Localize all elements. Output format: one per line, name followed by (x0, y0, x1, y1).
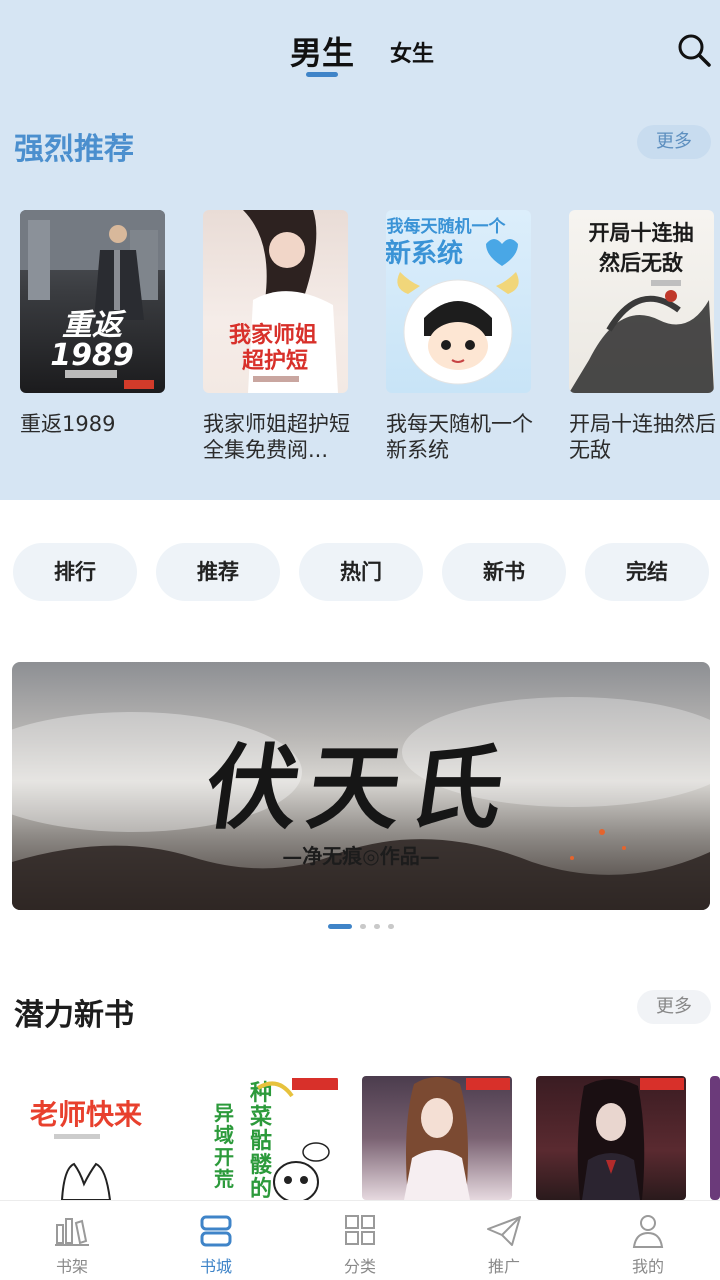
svg-text:的: 的 (250, 1176, 272, 1200)
nav-label: 书架 (55, 1257, 88, 1276)
svg-text:骷: 骷 (250, 1128, 272, 1154)
recommend-book-card[interactable]: 重返 1989 重返1989 (20, 210, 165, 467)
recommend-book-card[interactable]: 我家师姐 超护短 我家师姐超护短全集免费阅... (203, 210, 350, 467)
svg-text:菜: 菜 (249, 1105, 272, 1130)
nav-item-category[interactable]: 分类 (288, 1201, 432, 1280)
nav-label: 推广 (487, 1257, 520, 1276)
svg-text:超护短: 超护短 (242, 349, 308, 374)
bookstore-icon (200, 1215, 232, 1247)
search-icon[interactable] (676, 32, 712, 68)
book-title: 我家师姐超护短全集免费阅... (203, 412, 350, 462)
category-pill-ranking[interactable]: 排行 (13, 543, 137, 601)
category-grid-icon (345, 1215, 375, 1245)
user-icon (632, 1215, 664, 1248)
tab-female[interactable]: 女生 (390, 36, 434, 68)
promo-banner[interactable]: 伏天氏 —净无痕◎作品— (12, 662, 710, 910)
svg-text:异: 异 (214, 1101, 234, 1125)
book-title: 开局十连抽然后无敌 (569, 412, 716, 462)
book-cover: 我每天随机一个 新系统 (386, 210, 531, 393)
potential-book-card-partial[interactable] (710, 1076, 720, 1200)
book-cover: 老师快来 (30, 1098, 142, 1200)
banner-dot[interactable] (360, 924, 366, 929)
potential-book-card[interactable]: 种 菜 骷 髅 的 异 域 开 荒 (188, 1076, 338, 1200)
svg-text:开: 开 (214, 1145, 234, 1169)
category-pill-recommend[interactable]: 推荐 (156, 543, 280, 601)
recommend-book-card[interactable]: 开局十连抽 然后无敌 开局十连抽然后无敌 (569, 210, 716, 467)
nav-item-promote[interactable]: 推广 (432, 1201, 576, 1280)
svg-text:髅: 髅 (250, 1152, 272, 1178)
banner-dot[interactable] (388, 924, 394, 929)
potential-book-card[interactable] (536, 1076, 686, 1200)
potential-book-card[interactable] (362, 1076, 512, 1200)
potential-section-title: 潜力新书 (14, 998, 134, 1033)
book-cover-title: 老师快来 (30, 1098, 142, 1131)
category-pill-finished[interactable]: 完结 (585, 543, 709, 601)
gender-tabs: 男生 女生 (0, 28, 720, 88)
bookshelf-icon (55, 1218, 89, 1246)
book-cover: 重返 1989 (20, 210, 165, 393)
banner-subtitle: —净无痕◎作品— (282, 844, 440, 868)
banner-dot-active[interactable] (328, 924, 352, 929)
nav-label: 我的 (631, 1257, 664, 1276)
book-title: 重返1989 (20, 412, 116, 436)
nav-label: 书城 (199, 1257, 232, 1276)
svg-text:域: 域 (214, 1123, 234, 1147)
recommend-section-title: 强烈推荐 (14, 132, 134, 167)
active-tab-indicator (306, 72, 338, 77)
svg-text:新系统: 新系统 (386, 238, 463, 269)
paper-plane-icon (487, 1216, 521, 1246)
book-cover (577, 1078, 684, 1200)
svg-text:我每天随机一个: 我每天随机一个 (387, 216, 507, 237)
recommend-book-card[interactable]: 我每天随机一个 新系统 我每天随机一个新系统 (386, 210, 533, 467)
banner-title: 伏天氏 (199, 734, 521, 842)
potential-book-card[interactable]: 老师快来 (14, 1076, 164, 1200)
recommend-more-button[interactable]: 更多 (637, 125, 711, 159)
potential-more-button[interactable]: 更多 (637, 990, 711, 1024)
book-cover: 开局十连抽 然后无敌 (569, 210, 714, 393)
svg-text:我家师姐: 我家师姐 (229, 322, 317, 348)
tab-male[interactable]: 男生 (290, 28, 354, 74)
book-cover (404, 1077, 510, 1200)
bottom-navigation: 书架 书城 分类 推广 我的 (0, 1200, 720, 1280)
svg-text:然后无敌: 然后无敌 (599, 250, 683, 275)
book-cover: 我家师姐 超护短 (203, 210, 348, 393)
nav-label: 分类 (343, 1257, 376, 1276)
svg-text:开局十连抽: 开局十连抽 (589, 220, 694, 245)
nav-item-bookshelf[interactable]: 书架 (0, 1201, 144, 1280)
svg-text:1989: 1989 (50, 338, 134, 373)
book-cover: 种 菜 骷 髅 的 异 域 开 荒 (214, 1078, 338, 1200)
nav-item-profile[interactable]: 我的 (576, 1201, 720, 1280)
category-pill-new[interactable]: 新书 (442, 543, 566, 601)
banner-dot[interactable] (374, 924, 380, 929)
nav-item-bookstore[interactable]: 书城 (144, 1201, 288, 1280)
category-pill-hot[interactable]: 热门 (299, 543, 423, 601)
book-title: 我每天随机一个新系统 (386, 412, 533, 462)
svg-text:荒: 荒 (214, 1167, 234, 1191)
